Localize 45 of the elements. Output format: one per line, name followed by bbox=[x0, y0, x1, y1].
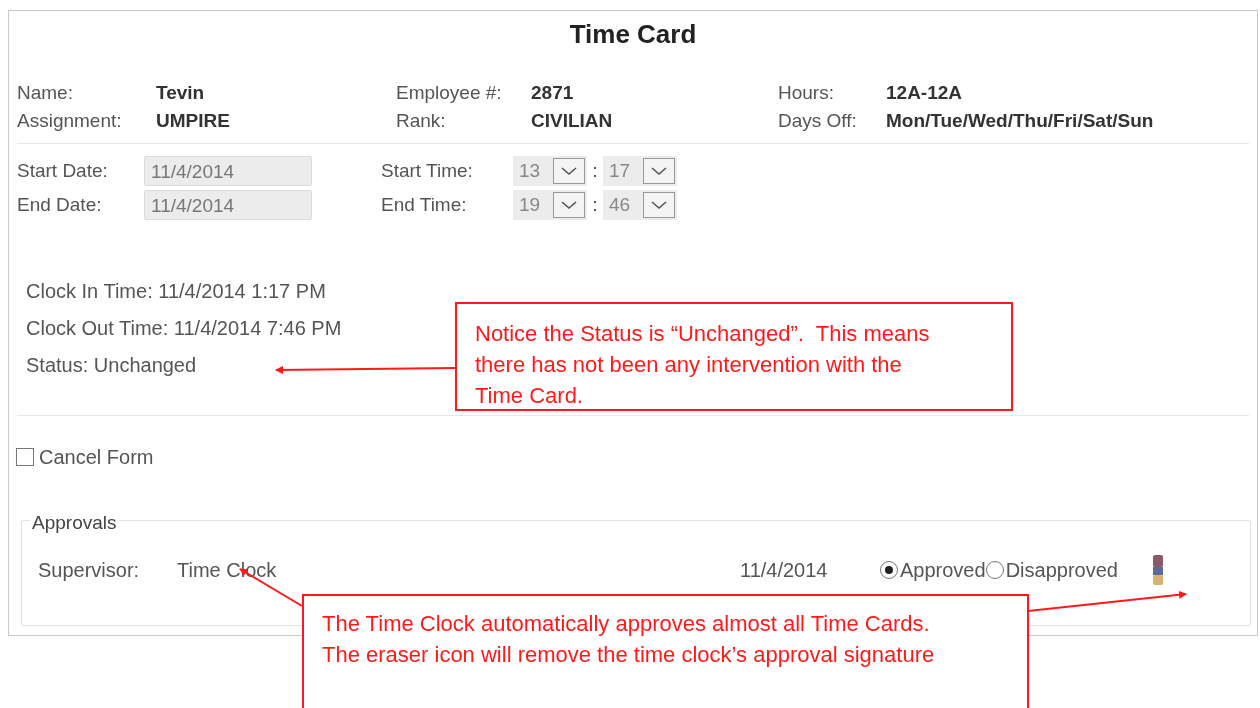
field-label: Start Time: bbox=[381, 158, 474, 183]
checkbox-label: Cancel Form bbox=[39, 445, 154, 470]
chevron-down-icon bbox=[560, 200, 578, 210]
field-label: Hours: bbox=[778, 81, 835, 105]
field-label: Rank: bbox=[396, 109, 447, 133]
field-value: 2871 bbox=[531, 81, 575, 105]
clock-info-text: Status: Unchanged bbox=[26, 353, 197, 375]
chevron-down-icon bbox=[560, 166, 578, 176]
dropdown-button[interactable] bbox=[553, 192, 585, 218]
dropdown-button[interactable] bbox=[643, 158, 675, 184]
time-select[interactable]: 19 bbox=[513, 190, 587, 220]
chevron-down-icon bbox=[650, 200, 668, 210]
time-select[interactable]: 17 bbox=[603, 156, 677, 186]
field-label: Assignment: bbox=[17, 109, 123, 133]
field-label: End Time: bbox=[381, 192, 468, 217]
radio-option[interactable]: Approved bbox=[880, 555, 986, 585]
time-select[interactable]: 46 bbox=[603, 190, 677, 220]
radio-button[interactable] bbox=[880, 561, 898, 579]
field-value: CIVILIAN bbox=[531, 109, 614, 133]
date-field[interactable]: 11/4/2014 bbox=[144, 190, 312, 220]
eraser-icon[interactable] bbox=[1151, 555, 1164, 585]
field-label: End Date: bbox=[17, 192, 103, 217]
radio-option[interactable]: Disapproved bbox=[985, 555, 1118, 585]
approval-date: 11/4/2014 bbox=[740, 558, 829, 583]
field-label: Start Date: bbox=[17, 158, 109, 183]
date-field[interactable]: 11/4/2014 bbox=[144, 156, 312, 186]
field-value: Tevin bbox=[156, 81, 206, 105]
radio-button[interactable] bbox=[985, 561, 1004, 579]
form-title: Time Card bbox=[569, 18, 697, 51]
field-label: Employee #: bbox=[396, 81, 503, 105]
chevron-down-icon bbox=[650, 166, 668, 176]
clock-info-text: Clock In Time: 11/4/2014 1:17 PM bbox=[26, 279, 326, 301]
callout-box: Notice the Status is “Unchanged”. This means there has not been any intervention with the Time Card. bbox=[455, 302, 1013, 411]
callout-box: The Time Clock automatically approves almost all Time Cards. The eraser icon will remove the time clock’s approval signature bbox=[302, 594, 1029, 708]
checkbox[interactable] bbox=[16, 448, 34, 466]
field-label: Name: bbox=[17, 81, 74, 105]
dropdown-button[interactable] bbox=[643, 192, 675, 218]
field-value: UMPIRE bbox=[156, 109, 231, 133]
field-label: Supervisor: bbox=[38, 558, 141, 583]
field-value: 12A-12A bbox=[886, 81, 964, 105]
field-value: Mon/Tue/Wed/Thu/Fri/Sat/Sun bbox=[886, 109, 1155, 133]
time-select[interactable]: 13 bbox=[513, 156, 587, 186]
dropdown-button[interactable] bbox=[553, 158, 585, 184]
clock-info-text: Clock Out Time: 11/4/2014 7:46 PM bbox=[26, 316, 342, 338]
field-label: Days Off: bbox=[778, 109, 858, 133]
